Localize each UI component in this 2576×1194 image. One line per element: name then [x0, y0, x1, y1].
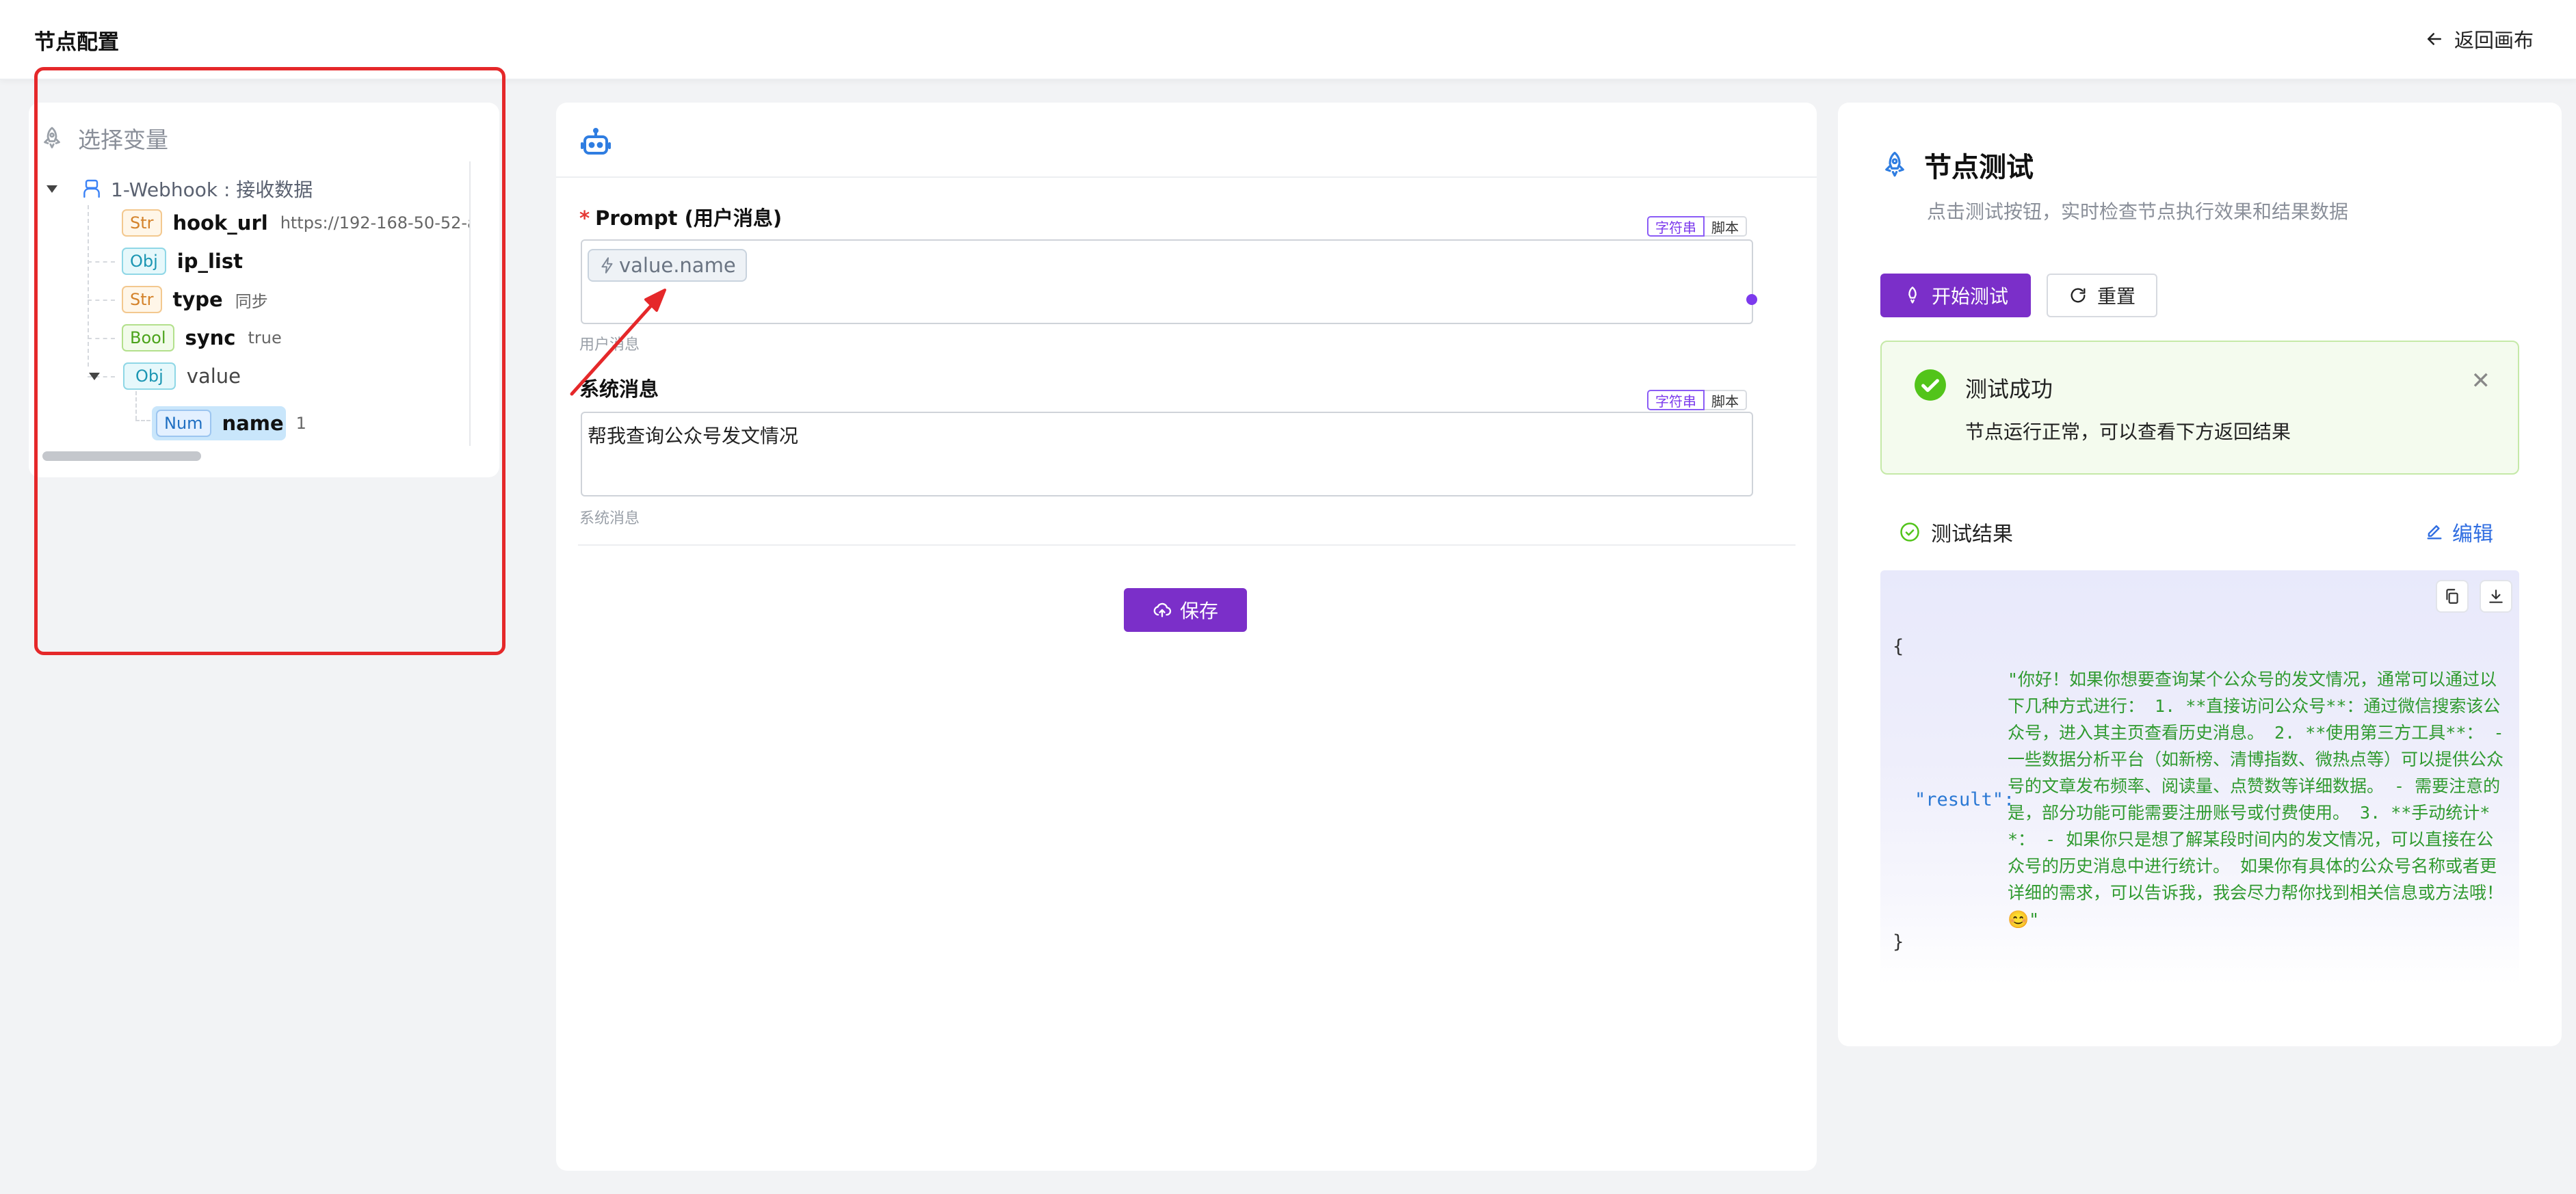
- json-open-brace: {: [1893, 636, 1904, 657]
- mode-string-tab[interactable]: 字符串: [1647, 390, 1705, 410]
- robot-icon: [581, 128, 611, 155]
- prompt-mode-switch[interactable]: 字符串 脚本: [1647, 216, 1747, 237]
- edit-icon: [2427, 525, 2442, 540]
- system-label: 系统消息: [579, 377, 659, 401]
- start-test-label: 开始测试: [1931, 285, 2008, 308]
- success-alert: 测试成功 节点运行正常，可以查看下方返回结果 ✕: [1880, 341, 2519, 475]
- json-key: "result":: [1915, 789, 2015, 810]
- reset-label: 重置: [2097, 285, 2135, 308]
- copy-button[interactable]: [2436, 580, 2469, 613]
- node-config-panel: * Prompt (用户消息) 字符串 脚本 value.name 用户消息 系统…: [556, 103, 1817, 1171]
- page-title: 节点配置: [34, 30, 119, 55]
- cloud-upload-icon: [1153, 602, 1172, 618]
- bolt-icon: [601, 257, 613, 274]
- mode-string-tab[interactable]: 字符串: [1647, 216, 1705, 237]
- variable-chip[interactable]: value.name: [588, 249, 747, 282]
- result-title: 测试结果: [1931, 522, 2013, 546]
- system-input-value: 帮我查询公众号发文情况: [588, 425, 799, 447]
- required-mark: *: [579, 207, 590, 230]
- cursor-dot: [1746, 294, 1757, 305]
- result-header: 测试结果: [1900, 517, 2013, 547]
- code-actions: [2436, 580, 2512, 613]
- copy-icon: [2446, 589, 2458, 604]
- start-test-button[interactable]: 开始测试: [1880, 274, 2031, 317]
- node-test-panel: 节点测试 点击测试按钮，实时检查节点执行效果和结果数据 开始测试 重置 测试成功…: [1838, 103, 2562, 1046]
- section-divider: [578, 544, 1796, 546]
- prompt-label: * Prompt (用户消息): [579, 202, 782, 231]
- download-icon: [2489, 589, 2503, 603]
- edit-label: 编辑: [2452, 522, 2493, 546]
- back-label: 返回画布: [2454, 29, 2534, 52]
- mode-script-tab[interactable]: 脚本: [1705, 216, 1747, 237]
- variable-chip-label: value.name: [619, 254, 736, 277]
- annotation-highlight-box: [34, 67, 505, 655]
- reset-button[interactable]: 重置: [2047, 274, 2157, 317]
- download-button[interactable]: [2480, 580, 2512, 613]
- close-icon[interactable]: ✕: [2471, 369, 2491, 393]
- refresh-icon: [2071, 288, 2086, 303]
- prompt-hint: 用户消息: [579, 336, 640, 354]
- back-to-canvas-button[interactable]: 返回画布: [2424, 25, 2534, 53]
- json-close-brace: }: [1893, 931, 1904, 953]
- arrow-left-icon: [2427, 33, 2441, 45]
- system-mode-switch[interactable]: 字符串 脚本: [1647, 390, 1747, 410]
- test-title-text: 节点测试: [1924, 152, 2034, 183]
- save-button[interactable]: 保存: [1124, 588, 1247, 632]
- save-label: 保存: [1179, 600, 1218, 622]
- rocket-icon: [1885, 151, 1904, 177]
- rocket-icon: [1908, 287, 1917, 304]
- json-value: "你好！如果你想要查询某个公众号的发文情况，通常可以通过以下几种方式进行： 1.…: [2008, 669, 2504, 929]
- check-circle-icon: [1900, 522, 1919, 542]
- prompt-label-text: Prompt (用户消息): [595, 207, 783, 230]
- test-title: 节点测试: [1880, 145, 2034, 185]
- success-description: 节点运行正常，可以查看下方返回结果: [1965, 421, 2291, 443]
- result-json-viewer[interactable]: { "result": "你好！如果你想要查询某个公众号的发文情况，通常可以通过…: [1880, 570, 2519, 985]
- mode-script-tab[interactable]: 脚本: [1705, 390, 1747, 410]
- prompt-input[interactable]: value.name: [581, 239, 1757, 324]
- header-divider: [556, 176, 1817, 178]
- system-input[interactable]: 帮我查询公众号发文情况: [581, 412, 1753, 496]
- check-circle-icon: [1915, 369, 1946, 401]
- system-hint: 系统消息: [579, 510, 640, 527]
- success-title: 测试成功: [1965, 376, 2053, 402]
- edit-button[interactable]: 编辑: [2425, 517, 2493, 547]
- test-subtitle: 点击测试按钮，实时检查节点执行效果和结果数据: [1927, 200, 2349, 223]
